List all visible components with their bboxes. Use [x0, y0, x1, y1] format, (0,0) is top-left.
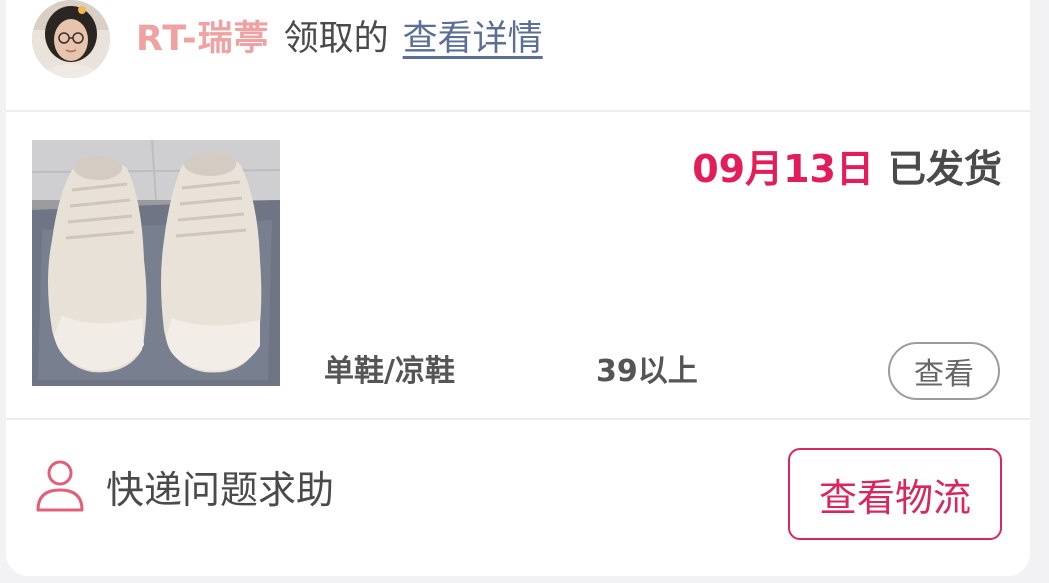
ship-status: 已发货	[887, 146, 1002, 191]
courier-help-link[interactable]: 快递问题求助	[106, 465, 334, 515]
avatar-image	[32, 0, 110, 78]
person-outline-icon[interactable]	[34, 458, 86, 514]
claim-header: RT-瑞葶 领取的 查看详情	[6, 0, 1030, 110]
product-size: 39以上	[596, 354, 698, 389]
view-logistics-button[interactable]: 查看物流	[788, 448, 1002, 540]
ship-date: 09月13日	[692, 146, 874, 191]
avatar[interactable]	[32, 0, 110, 78]
view-button[interactable]: 查看	[888, 342, 1000, 400]
username[interactable]: RT-瑞葶	[136, 14, 270, 64]
sneaker-photo	[32, 140, 280, 386]
product-image[interactable]	[32, 140, 280, 386]
divider	[6, 110, 1030, 112]
claim-card: RT-瑞葶 领取的 查看详情 09月13日 已发货 单鞋/凉鞋 39以上 查看 …	[6, 0, 1030, 576]
view-details-link[interactable]: 查看详情	[403, 14, 543, 64]
divider	[6, 418, 1030, 420]
shipping-status-line: 09月13日 已发货	[692, 140, 1002, 191]
action-text: 领取的	[283, 19, 389, 59]
product-category: 单鞋/凉鞋	[324, 354, 455, 389]
claim-info-line: RT-瑞葶 领取的 查看详情	[136, 14, 543, 64]
